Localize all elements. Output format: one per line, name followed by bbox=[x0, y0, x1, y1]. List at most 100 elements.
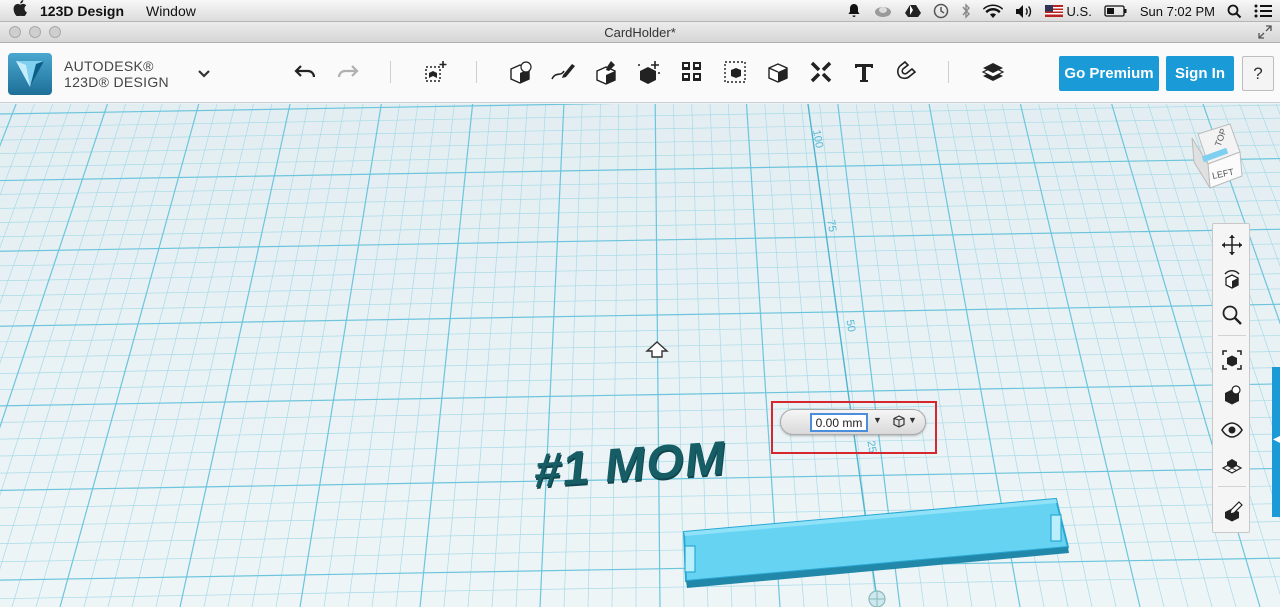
offset-value-input[interactable] bbox=[810, 413, 868, 432]
app-toolbar: AUTODESK® 123D® DESIGN Go Premium Sign I… bbox=[0, 43, 1280, 103]
transform-icon bbox=[425, 61, 447, 82]
materials-button[interactable] bbox=[978, 57, 1008, 87]
primitives-button[interactable] bbox=[505, 57, 535, 87]
drive-icon[interactable] bbox=[904, 4, 921, 18]
window-title: CardHolder* bbox=[604, 25, 676, 40]
construction-grid: 100 75 50 25 bbox=[0, 104, 1280, 607]
nav-divider bbox=[1218, 335, 1246, 336]
mouse-cursor-icon bbox=[645, 341, 669, 358]
construct-icon bbox=[596, 61, 616, 85]
app-logo[interactable] bbox=[8, 53, 52, 95]
app-menu[interactable]: 123D Design bbox=[40, 3, 124, 19]
logo-icon bbox=[16, 61, 44, 87]
origin-marker-icon bbox=[868, 590, 886, 607]
material-grid-button[interactable] bbox=[1217, 450, 1247, 480]
snap-cube-icon[interactable] bbox=[891, 414, 907, 430]
window-title-bar: CardHolder* bbox=[0, 22, 1280, 43]
snap-button[interactable] bbox=[892, 57, 922, 87]
visibility-button[interactable] bbox=[1217, 415, 1247, 445]
grouping-button[interactable] bbox=[720, 57, 750, 87]
pan-icon bbox=[1222, 235, 1242, 255]
brand-name: AUTODESK® 123D® DESIGN bbox=[64, 58, 169, 90]
us-flag-icon bbox=[1044, 5, 1063, 17]
toolbar-divider bbox=[390, 61, 391, 83]
minimize-window-button[interactable] bbox=[29, 26, 41, 38]
window-menu[interactable]: Window bbox=[146, 3, 196, 19]
toolbar-divider bbox=[948, 61, 949, 83]
modify-button[interactable] bbox=[634, 57, 664, 87]
pattern-icon bbox=[682, 62, 701, 81]
materials-icon bbox=[981, 63, 1005, 81]
time-machine-icon[interactable] bbox=[933, 3, 949, 19]
brand-line1: AUTODESK® bbox=[64, 58, 154, 74]
measure-button[interactable] bbox=[806, 57, 836, 87]
ruler-label-75: 75 bbox=[824, 219, 838, 233]
ruler-label-100: 100 bbox=[810, 129, 825, 149]
move-value-widget: ▼ ▼ bbox=[780, 409, 926, 435]
go-premium-button[interactable]: Go Premium bbox=[1059, 56, 1159, 91]
settings-button[interactable] bbox=[1217, 496, 1247, 526]
clock[interactable]: Sun 7:02 PM bbox=[1140, 4, 1215, 19]
measure-icon bbox=[810, 61, 832, 83]
redo-icon bbox=[337, 65, 359, 78]
input-source[interactable]: U.S. bbox=[1044, 3, 1092, 19]
help-button[interactable]: ? bbox=[1242, 56, 1274, 91]
cloud-sync-icon[interactable] bbox=[873, 4, 893, 18]
modify-icon bbox=[638, 61, 660, 84]
3d-viewport[interactable]: 100 75 50 25 #1 MOM ▼ ▼ TOP LEFT bbox=[0, 104, 1280, 607]
text-icon bbox=[855, 64, 873, 82]
combine-button[interactable] bbox=[763, 57, 793, 87]
visibility-icon bbox=[1221, 422, 1243, 438]
volume-icon[interactable] bbox=[1015, 4, 1033, 19]
fit-icon bbox=[1222, 350, 1242, 370]
transform-button[interactable] bbox=[420, 57, 450, 87]
card-holder-slab[interactable] bbox=[682, 497, 1070, 588]
nav-divider bbox=[1218, 486, 1246, 487]
sign-in-button[interactable]: Sign In bbox=[1166, 56, 1234, 91]
undo-icon bbox=[294, 65, 316, 78]
construct-button[interactable] bbox=[591, 57, 621, 87]
value-dropdown-icon[interactable]: ▼ bbox=[873, 415, 882, 425]
sketch-button[interactable] bbox=[548, 57, 578, 87]
spotlight-search-icon[interactable] bbox=[1227, 4, 1242, 19]
snap-dropdown-icon[interactable]: ▼ bbox=[908, 415, 917, 425]
close-window-button[interactable] bbox=[9, 26, 21, 38]
undo-button[interactable] bbox=[291, 57, 321, 87]
brand-line2: 123D® DESIGN bbox=[64, 74, 169, 90]
views-button[interactable] bbox=[1217, 380, 1247, 410]
pan-button[interactable] bbox=[1217, 230, 1247, 260]
navigation-panel bbox=[1212, 223, 1250, 533]
ruler-label-50: 50 bbox=[843, 319, 857, 333]
status-area: U.S. Sun 7:02 PM bbox=[847, 0, 1272, 22]
primitives-icon bbox=[510, 61, 532, 84]
text-button[interactable] bbox=[849, 57, 879, 87]
redo-button[interactable] bbox=[332, 57, 362, 87]
views-icon bbox=[1225, 385, 1241, 405]
notification-icon[interactable] bbox=[847, 3, 861, 19]
viewcube[interactable]: TOP LEFT bbox=[1190, 122, 1250, 192]
mac-menu-bar: 123D Design Window U.S. Sun 7:02 PM bbox=[0, 0, 1280, 22]
pattern-button[interactable] bbox=[677, 57, 707, 87]
zoom-icon bbox=[1222, 305, 1242, 325]
notification-center-icon[interactable] bbox=[1254, 4, 1272, 18]
window-controls bbox=[9, 26, 61, 38]
grouping-icon bbox=[724, 61, 746, 83]
combine-icon bbox=[768, 63, 788, 83]
chevron-left-icon[interactable]: ◀ bbox=[1273, 434, 1280, 445]
battery-icon[interactable] bbox=[1104, 5, 1128, 17]
zoom-window-button[interactable] bbox=[49, 26, 61, 38]
settings-icon bbox=[1225, 501, 1243, 522]
material-grid-icon bbox=[1221, 459, 1243, 474]
zoom-button[interactable] bbox=[1217, 300, 1247, 330]
snap-icon bbox=[897, 60, 917, 80]
chevron-down-icon[interactable] bbox=[197, 69, 211, 79]
fit-button[interactable] bbox=[1217, 345, 1247, 375]
orbit-icon bbox=[1224, 270, 1240, 289]
apple-menu-icon[interactable] bbox=[0, 0, 40, 21]
orbit-button[interactable] bbox=[1217, 265, 1247, 295]
locale-label: U.S. bbox=[1066, 3, 1092, 19]
bluetooth-icon[interactable] bbox=[961, 3, 971, 19]
sketch-icon bbox=[551, 64, 575, 80]
fullscreen-icon[interactable] bbox=[1258, 25, 1272, 39]
wifi-icon[interactable] bbox=[982, 4, 1003, 19]
